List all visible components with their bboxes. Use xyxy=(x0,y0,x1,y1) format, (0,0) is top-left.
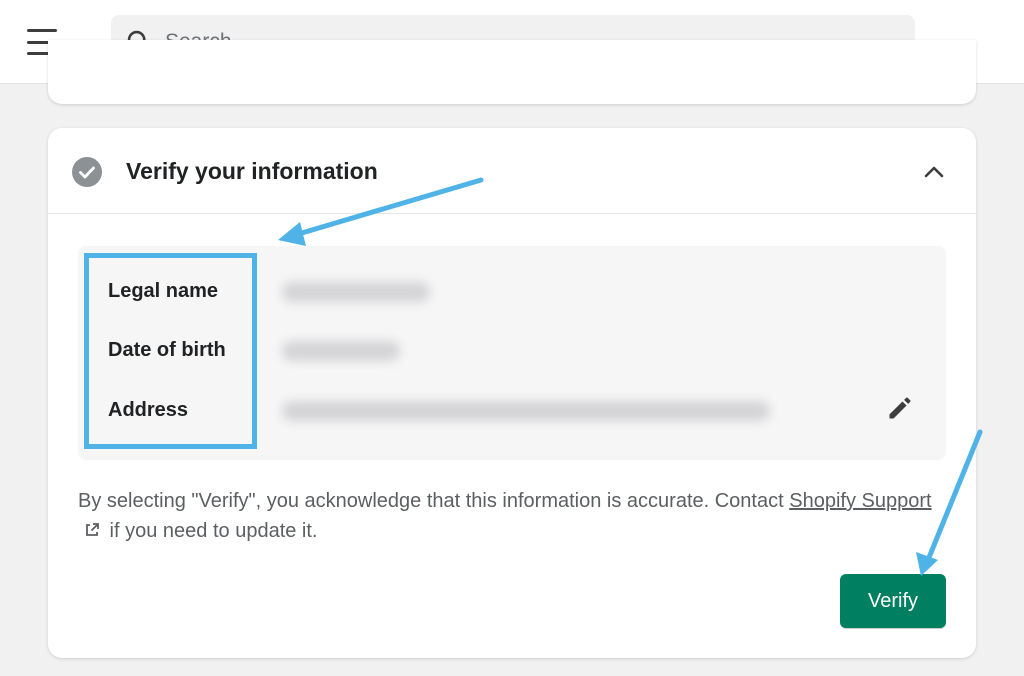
annotation-highlight-box xyxy=(84,253,257,449)
address-value xyxy=(282,401,770,421)
legal-name-value xyxy=(282,282,430,302)
shopify-support-link[interactable]: Shopify Support xyxy=(789,490,931,512)
notice-after-link: if you need to update it. xyxy=(104,520,318,542)
notice-before-link: By selecting "Verify", you acknowledge t… xyxy=(78,490,790,512)
card-title: Verify your information xyxy=(126,158,378,184)
previous-card xyxy=(48,40,976,104)
chevron-up-icon[interactable] xyxy=(920,158,948,186)
date-of-birth-value xyxy=(282,341,400,361)
verify-button[interactable]: Verify xyxy=(840,574,946,628)
card-header[interactable]: Verify your information xyxy=(48,128,976,214)
pencil-icon[interactable] xyxy=(886,394,914,422)
notice-text: By selecting "Verify", you acknowledge t… xyxy=(78,486,948,546)
check-circle-icon xyxy=(72,157,102,187)
external-link-icon xyxy=(86,523,99,536)
